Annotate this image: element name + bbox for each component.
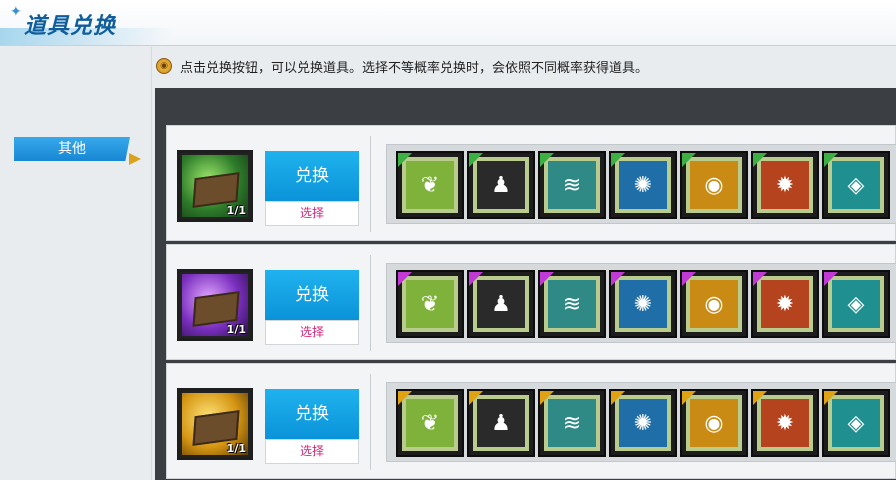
- fire-crest-icon[interactable]: ✹: [751, 389, 819, 457]
- whirlwind-icon[interactable]: ≋: [538, 389, 606, 457]
- dark-figure-icon[interactable]: ♟: [467, 270, 535, 338]
- blue-tornado-icon-glyph: ✺: [633, 410, 653, 436]
- teal-rune-icon-glyph: ◈: [847, 291, 865, 317]
- row-divider: [370, 255, 371, 351]
- grass-shard-icon-glyph: ❦: [420, 410, 440, 436]
- whirlwind-icon[interactable]: ≋: [538, 270, 606, 338]
- dark-figure-icon-glyph: ♟: [491, 410, 511, 436]
- exchange-button[interactable]: 兑换: [265, 151, 359, 201]
- dark-figure-icon[interactable]: ♟: [467, 389, 535, 457]
- fire-crest-icon-glyph: ✹: [775, 172, 795, 198]
- reward-items: ❦ ♟ ≋ ✺ ◉ ✹ ◈: [386, 263, 896, 343]
- fire-crest-icon[interactable]: ✹: [751, 270, 819, 338]
- grass-shard-icon[interactable]: ❦: [396, 270, 464, 338]
- grass-shard-icon[interactable]: ❦: [396, 151, 464, 219]
- item-count: 1/1: [226, 323, 246, 336]
- whirlwind-icon-glyph: ≋: [562, 291, 582, 317]
- golden-eye-icon-glyph: ◉: [704, 291, 724, 317]
- notice-bar: ◉ 点击兑换按钮，可以兑换道具。选择不等概率兑换时，会依照不同概率获得道具。: [156, 56, 648, 76]
- golden-eye-icon[interactable]: ◉: [680, 270, 748, 338]
- blue-tornado-icon[interactable]: ✺: [609, 389, 677, 457]
- grass-shard-icon-glyph: ❦: [420, 172, 440, 198]
- blue-tornado-icon[interactable]: ✺: [609, 151, 677, 219]
- blue-tornado-icon-glyph: ✺: [633, 291, 653, 317]
- coin-icon: ◉: [156, 58, 172, 74]
- item-count: 1/1: [226, 442, 246, 455]
- grass-shard-icon-glyph: ❦: [420, 291, 440, 317]
- whirlwind-icon[interactable]: ≋: [538, 151, 606, 219]
- golden-eye-icon-glyph: ◉: [704, 410, 724, 436]
- teal-rune-icon[interactable]: ◈: [822, 270, 890, 338]
- sidebar: 其他: [0, 47, 152, 480]
- select-button[interactable]: 选择: [265, 320, 359, 345]
- exchange-row: 1/1 兑换 选择 ❦ ♟ ≋ ✺ ◉ ✹ ◈: [166, 125, 896, 241]
- fire-crest-icon-glyph: ✹: [775, 291, 795, 317]
- teal-rune-icon-glyph: ◈: [847, 172, 865, 198]
- teal-rune-icon[interactable]: ◈: [822, 151, 890, 219]
- grass-shard-icon[interactable]: ❦: [396, 389, 464, 457]
- exchange-panel: 1/1 兑换 选择 ❦ ♟ ≋ ✺ ◉ ✹ ◈ 1/1 兑换 选择 ❦ ♟ ≋ …: [155, 88, 896, 480]
- whirlwind-icon-glyph: ≋: [562, 172, 582, 198]
- notice-text: 点击兑换按钮，可以兑换道具。选择不等概率兑换时，会依照不同概率获得道具。: [180, 60, 649, 76]
- dark-figure-icon-glyph: ♟: [491, 172, 511, 198]
- row-divider: [370, 136, 371, 232]
- tab-other[interactable]: 其他: [14, 137, 130, 161]
- dark-figure-icon[interactable]: ♟: [467, 151, 535, 219]
- row-divider: [370, 374, 371, 470]
- select-button[interactable]: 选择: [265, 439, 359, 464]
- blue-tornado-icon-glyph: ✺: [633, 172, 653, 198]
- skill-book-icon: 1/1: [177, 150, 253, 222]
- golden-eye-icon-glyph: ◉: [704, 172, 724, 198]
- fire-crest-icon[interactable]: ✹: [751, 151, 819, 219]
- tab-selected-arrow-icon: [129, 153, 141, 165]
- exchange-button[interactable]: 兑换: [265, 270, 359, 320]
- skill-book-icon: 1/1: [177, 269, 253, 341]
- exchange-button[interactable]: 兑换: [265, 389, 359, 439]
- golden-eye-icon[interactable]: ◉: [680, 151, 748, 219]
- reward-items: ❦ ♟ ≋ ✺ ◉ ✹ ◈: [386, 144, 896, 224]
- fire-crest-icon-glyph: ✹: [775, 410, 795, 436]
- item-count: 1/1: [226, 204, 246, 217]
- golden-eye-icon[interactable]: ◉: [680, 389, 748, 457]
- select-button[interactable]: 选择: [265, 201, 359, 226]
- dark-figure-icon-glyph: ♟: [491, 291, 511, 317]
- whirlwind-icon-glyph: ≋: [562, 410, 582, 436]
- teal-rune-icon[interactable]: ◈: [822, 389, 890, 457]
- teal-rune-icon-glyph: ◈: [847, 410, 865, 436]
- exchange-row: 1/1 兑换 选择 ❦ ♟ ≋ ✺ ◉ ✹ ◈: [166, 244, 896, 360]
- reward-items: ❦ ♟ ≋ ✺ ◉ ✹ ◈: [386, 382, 896, 462]
- exchange-row: 1/1 兑换 选择 ❦ ♟ ≋ ✺ ◉ ✹ ◈: [166, 363, 896, 479]
- skill-book-icon: 1/1: [177, 388, 253, 460]
- page-title: 道具兑换: [24, 14, 117, 39]
- blue-tornado-icon[interactable]: ✺: [609, 270, 677, 338]
- page-header: ✦ 道具兑换: [0, 0, 896, 46]
- sparkle-icon: ✦: [10, 4, 22, 20]
